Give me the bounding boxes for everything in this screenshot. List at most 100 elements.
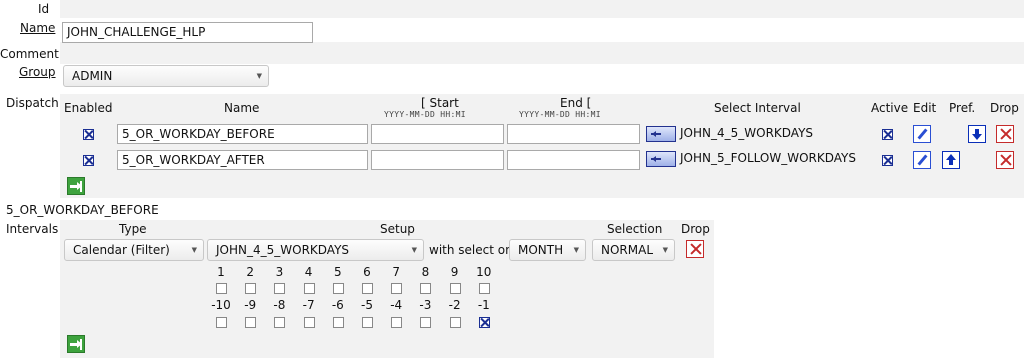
arrow-down-icon[interactable] [968,125,986,143]
header-end: End [ [560,96,592,110]
negative-day-checkbox[interactable] [303,317,315,328]
positive-day-checkbox[interactable] [478,283,490,294]
positive-day-label: 4 [304,265,313,279]
positive-day-label: 7 [392,265,400,279]
arrow-up-icon[interactable] [942,151,960,169]
positive-day-label: 3 [275,265,284,279]
select-on-select[interactable]: MONTH ▼ [509,239,586,261]
header-name: Name [224,101,260,115]
positive-day-checkbox[interactable] [303,283,315,294]
positive-day-label: 6 [363,265,371,279]
with-select-on-label: with select on [429,243,513,257]
negative-day-label: -3 [419,298,432,312]
header-selection: Selection [607,222,663,236]
type-select[interactable]: Calendar (Filter) ▼ [64,239,204,261]
positive-day-label: 9 [450,265,459,279]
select-interval-icon[interactable] [646,126,676,142]
row1-end-input[interactable] [507,124,640,144]
negative-day-label: -5 [361,298,373,312]
add-row-icon[interactable] [67,177,85,195]
row2-interval-label: JOHN_5_FOLLOW_WORKDAYS [680,151,856,165]
row1-start-input[interactable] [371,124,504,144]
setup-select-value: JOHN_4_5_WORKDAYS [216,243,350,257]
intervals-label: Intervals [6,222,59,236]
group-select[interactable]: ADMIN ▼ [63,65,269,87]
row1-name-input[interactable]: 5_OR_WORKDAY_BEFORE [117,124,368,144]
positive-day-checkbox[interactable] [274,283,286,294]
negative-day-label: -4 [390,298,403,312]
header-start: [ Start [421,96,459,110]
positive-day-checkbox[interactable] [391,283,403,294]
positive-day-checkbox[interactable] [420,283,432,294]
negative-day-label: -6 [331,298,344,312]
row2-enabled-checkbox[interactable] [83,155,94,166]
negative-day-checkbox[interactable] [478,317,490,328]
selection-value: NORMAL [601,243,654,257]
header-pref: Pref. [949,101,976,115]
header-type: Type [119,222,147,236]
row1-interval-label: JOHN_4_5_WORKDAYS [680,126,814,140]
selected-dispatch-title: 5_OR_WORKDAY_BEFORE [6,203,159,217]
positive-day-label: 1 [217,265,225,279]
name-label: Name [20,21,56,35]
header-active: Active [871,101,909,115]
negative-day-label: -2 [448,298,461,312]
chevron-down-icon: ▼ [191,246,197,254]
row2-start-input[interactable] [371,150,504,170]
group-label: Group [19,65,56,79]
positive-day-checkbox[interactable] [449,283,461,294]
id-label: Id [38,2,50,16]
x-icon[interactable] [686,240,704,258]
x-icon[interactable] [996,125,1014,143]
select-interval-icon[interactable] [646,151,676,167]
negative-day-checkbox[interactable] [362,317,373,328]
group-select-value: ADMIN [72,69,113,83]
negative-day-label: -8 [273,298,286,312]
negative-day-label: -9 [244,298,257,312]
negative-day-label: -7 [302,298,315,312]
chevron-down-icon: ▼ [662,246,668,254]
chevron-down-icon: ▼ [411,246,417,254]
dispatch-label: Dispatch [6,96,59,110]
name-input[interactable]: JOHN_CHALLENGE_HLP [62,22,313,43]
row2-name-input[interactable]: 5_OR_WORKDAY_AFTER [117,150,368,170]
selection-select[interactable]: NORMAL ▼ [592,239,675,261]
negative-day-checkbox[interactable] [391,317,403,328]
positive-day-checkbox[interactable] [216,283,227,294]
setup-select[interactable]: JOHN_4_5_WORKDAYS ▼ [207,239,424,261]
start-format-hint: YYYY-MM-DD HH:MI [384,110,466,119]
positive-day-label: 5 [333,265,342,279]
add-row-icon[interactable] [67,335,85,353]
pencil-icon[interactable] [913,125,931,143]
negative-day-checkbox[interactable] [449,317,461,328]
type-select-value: Calendar (Filter) [73,243,170,257]
negative-day-checkbox[interactable] [216,317,227,328]
negative-day-checkbox[interactable] [245,317,257,328]
header-enabled: Enabled [64,101,113,115]
x-icon[interactable] [996,151,1014,169]
negative-day-checkbox[interactable] [332,317,344,328]
header-interval-drop: Drop [681,222,710,236]
positive-day-label: 2 [246,265,254,279]
comment-label: Comment [0,47,59,61]
select-on-value: MONTH [518,243,564,257]
chevron-down-icon: ▼ [256,72,262,80]
pencil-icon[interactable] [913,151,931,169]
positive-day-checkbox[interactable] [332,283,344,294]
chevron-down-icon: ▼ [573,246,579,254]
row1-active-checkbox[interactable] [882,129,893,140]
header-edit: Edit [913,101,937,115]
header-drop: Drop [990,101,1019,115]
negative-day-checkbox[interactable] [274,317,286,328]
negative-day-checkbox[interactable] [420,317,432,328]
row2-end-input[interactable] [507,150,640,170]
row1-enabled-checkbox[interactable] [83,129,94,140]
comment-panel [60,42,1024,64]
positive-day-label: 10 [476,265,492,279]
form-panel-top [60,0,1024,18]
header-select-interval: Select Interval [714,101,801,115]
positive-day-label: 8 [421,265,430,279]
positive-day-checkbox[interactable] [245,283,257,294]
row2-active-checkbox[interactable] [882,155,893,166]
positive-day-checkbox[interactable] [362,283,373,294]
